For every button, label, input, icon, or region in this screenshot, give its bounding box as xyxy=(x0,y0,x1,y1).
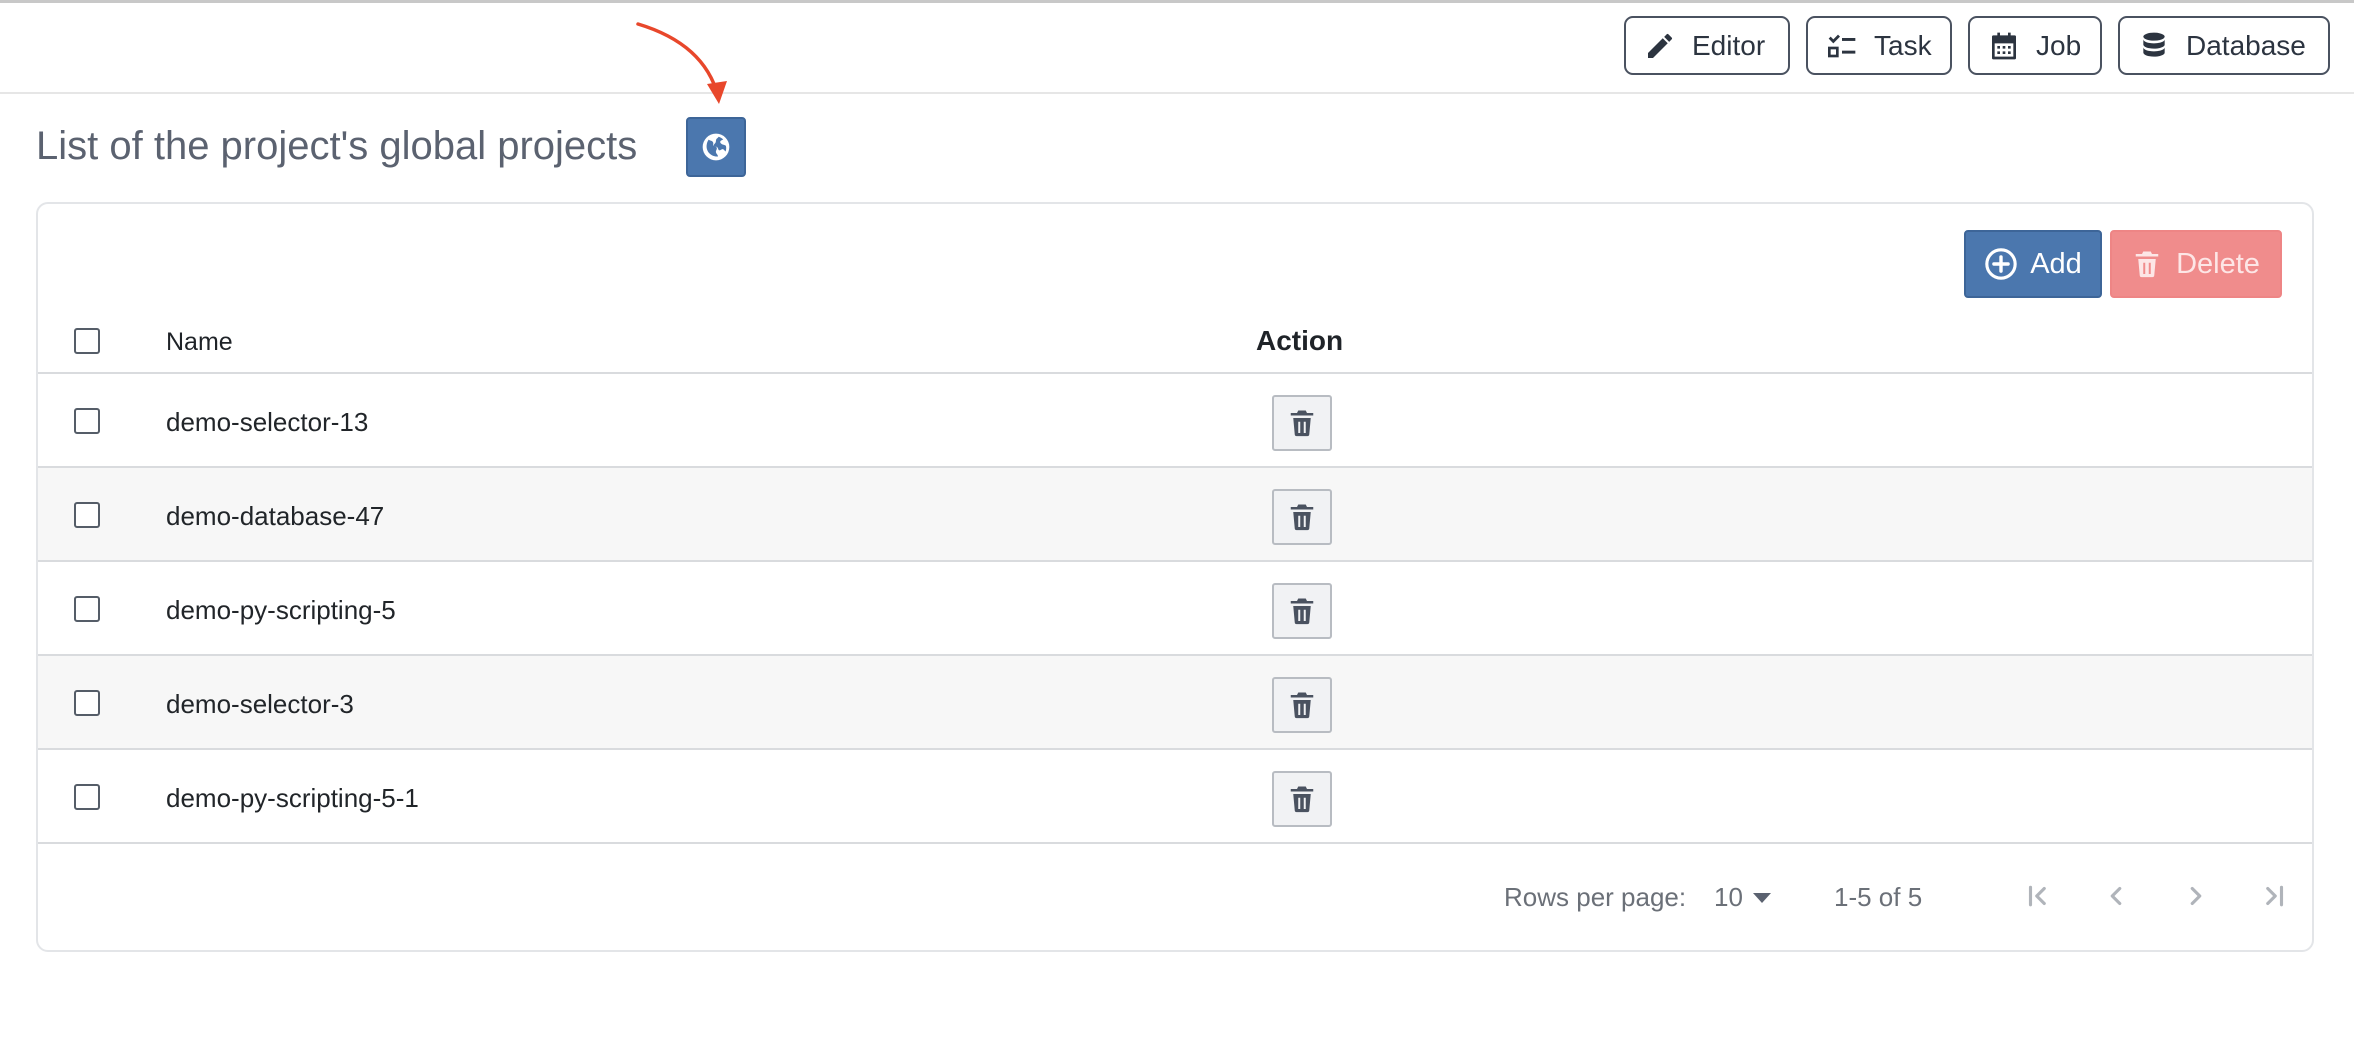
projects-card: Add Delete Name Action demo-selector-13 … xyxy=(36,202,2314,952)
toolbar: Editor Task Job Database xyxy=(1624,16,2330,75)
table-row: demo-selector-3 xyxy=(38,656,2312,750)
caret-down-icon xyxy=(1752,892,1771,903)
pagination-range: 1-5 of 5 xyxy=(1834,882,1923,912)
globe-icon xyxy=(702,133,730,161)
job-button[interactable]: Job xyxy=(1968,16,2102,75)
database-icon xyxy=(2143,32,2165,57)
editor-button-label: Editor xyxy=(1692,29,1766,61)
database-button-label: Database xyxy=(2186,29,2306,61)
last-page-button[interactable] xyxy=(2254,876,2294,916)
header-divider xyxy=(0,92,2354,94)
first-page-button[interactable] xyxy=(2018,876,2058,916)
previous-page-button[interactable] xyxy=(2096,876,2136,916)
delete-button[interactable]: Delete xyxy=(2110,230,2282,298)
rows-per-page-value: 10 xyxy=(1714,882,1743,912)
trash-icon xyxy=(1290,504,1314,531)
first-page-icon xyxy=(2028,885,2046,907)
last-page-icon xyxy=(2266,885,2284,907)
row-delete-button[interactable] xyxy=(1272,677,1332,733)
row-delete-button[interactable] xyxy=(1272,771,1332,827)
rows-per-page-label: Rows per page: xyxy=(1504,882,1687,912)
row-delete-button[interactable] xyxy=(1272,395,1332,451)
trash-icon xyxy=(1290,598,1314,625)
row-checkbox[interactable] xyxy=(74,784,100,810)
row-delete-button[interactable] xyxy=(1272,583,1332,639)
pencil-icon xyxy=(1648,33,1673,58)
globe-button[interactable] xyxy=(686,117,746,177)
add-button[interactable]: Add xyxy=(1964,230,2102,298)
column-header-action: Action xyxy=(1256,325,1344,356)
table-header: Name Action xyxy=(38,310,2312,374)
pagination-footer: Rows per page: 10 1-5 of 5 xyxy=(38,844,2312,950)
row-name: demo-selector-13 xyxy=(166,407,369,437)
row-name: demo-py-scripting-5 xyxy=(166,595,396,625)
task-button[interactable]: Task xyxy=(1806,16,1952,75)
row-name: demo-database-47 xyxy=(166,501,385,531)
job-button-label: Job xyxy=(2036,29,2082,61)
table-row: demo-py-scripting-5-1 xyxy=(38,750,2312,844)
column-header-name: Name xyxy=(166,328,233,356)
next-page-button[interactable] xyxy=(2176,876,2216,916)
trash-icon xyxy=(1290,786,1314,813)
top-border xyxy=(0,0,2354,3)
row-name: demo-py-scripting-5-1 xyxy=(166,783,419,813)
add-button-label: Add xyxy=(2030,247,2082,280)
rows-per-page-select[interactable]: 10 xyxy=(1714,882,1771,913)
row-checkbox[interactable] xyxy=(74,502,100,528)
row-checkbox[interactable] xyxy=(74,596,100,622)
trash-icon xyxy=(2135,251,2159,278)
annotation-arrow-icon xyxy=(636,22,727,104)
checklist-icon xyxy=(1828,34,1856,57)
page-title: List of the project's global projects xyxy=(36,124,638,168)
row-checkbox[interactable] xyxy=(74,408,100,434)
delete-button-label: Delete xyxy=(2176,247,2260,280)
table-row: demo-selector-13 xyxy=(38,374,2312,468)
row-delete-button[interactable] xyxy=(1272,489,1332,545)
editor-button[interactable]: Editor xyxy=(1624,16,1790,75)
chevron-right-icon xyxy=(2190,886,2202,906)
database-button[interactable]: Database xyxy=(2118,16,2330,75)
table-row: demo-database-47 xyxy=(38,468,2312,562)
task-button-label: Task xyxy=(1874,29,1932,61)
plus-circle-icon xyxy=(1985,248,2017,280)
select-all-checkbox[interactable] xyxy=(74,328,100,354)
trash-icon xyxy=(1290,410,1314,437)
row-name: demo-selector-3 xyxy=(166,689,354,719)
table-row: demo-py-scripting-5 xyxy=(38,562,2312,656)
calendar-icon xyxy=(1992,32,2016,59)
row-checkbox[interactable] xyxy=(74,690,100,716)
chevron-left-icon xyxy=(2110,886,2122,906)
trash-icon xyxy=(1290,692,1314,719)
